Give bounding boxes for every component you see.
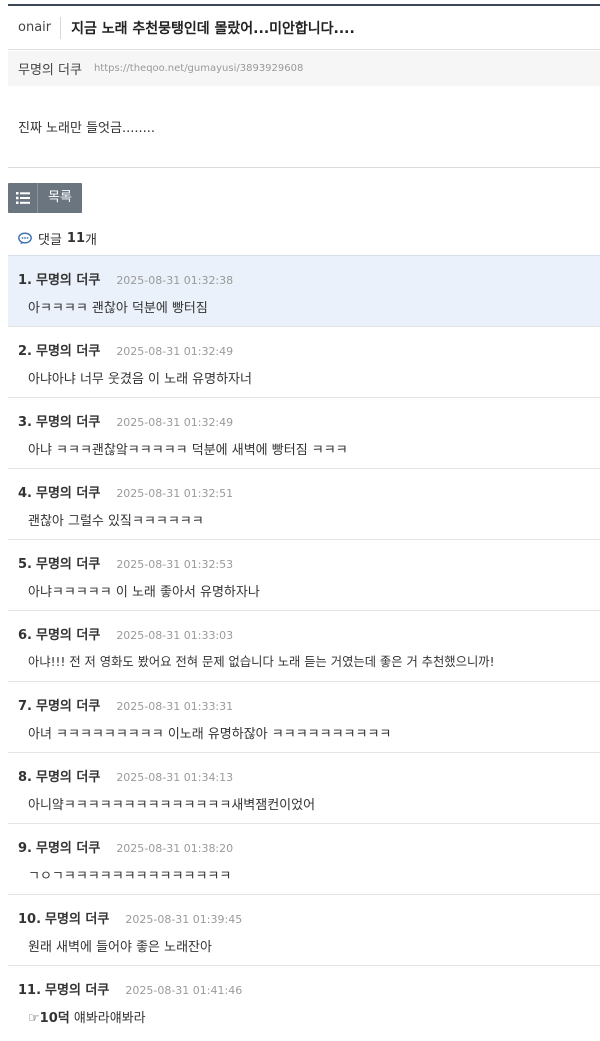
comment-author: 무명의 더쿠 xyxy=(45,983,110,998)
comment-date: 2025-08-31 01:32:49 xyxy=(116,416,234,429)
page-title: 지금 노래 추천뭉탱인데 몰랐어...미안합니다.... xyxy=(71,20,355,37)
comment-count-label: 댓글 xyxy=(38,233,62,248)
comment-item: 1. 무명의 더쿠 2025-08-31 01:32:38 아ㅋㅋㅋㅋ 괜찮아 … xyxy=(8,255,600,326)
speech-bubble-icon xyxy=(18,232,32,245)
comment-item: 6. 무명의 더쿠 2025-08-31 01:33:03 아냐!!! 전 저 … xyxy=(8,610,600,681)
comment-date: 2025-08-31 01:32:51 xyxy=(116,487,234,500)
comment-number: 6. xyxy=(18,628,32,643)
comment-number: 3. xyxy=(18,415,32,430)
comment-date: 2025-08-31 01:38:20 xyxy=(116,842,234,855)
comment-author: 무명의 더쿠 xyxy=(35,273,101,288)
comment-date: 2025-08-31 01:32:53 xyxy=(116,558,234,571)
comment-item: 2. 무명의 더쿠 2025-08-31 01:32:49 아냐아냐 너무 웃겼… xyxy=(8,326,600,397)
comment-item: 7. 무명의 더쿠 2025-08-31 01:33:31 아녀 ㅋㅋㅋㅋㅋㅋㅋ… xyxy=(8,681,600,752)
board-name-link[interactable]: onair xyxy=(8,16,62,39)
list-icon xyxy=(8,183,38,213)
comment-text: ☞10덕 얘봐라얘봐라 xyxy=(28,1007,146,1026)
comment-list: 1. 무명의 더쿠 2025-08-31 01:32:38 아ㅋㅋㅋㅋ 괜찮아 … xyxy=(8,255,600,1036)
post-header: onair 지금 노래 추천뭉탱인데 몰랐어...미안합니다.... xyxy=(8,6,600,50)
comment-date: 2025-08-31 01:39:45 xyxy=(125,913,243,926)
list-button[interactable]: 목록 xyxy=(8,183,82,213)
comment-text-body: 얘봐라얘봐라 xyxy=(73,1011,146,1026)
comment-author: 무명의 더쿠 xyxy=(35,557,101,572)
comment-item: 11. 무명의 더쿠 2025-08-31 01:41:46 ☞10덕 얘봐라얘… xyxy=(8,965,600,1036)
comment-number: 9. xyxy=(18,841,32,856)
comment-date: 2025-08-31 01:34:13 xyxy=(116,771,234,784)
comment-date: 2025-08-31 01:41:46 xyxy=(125,984,243,997)
comment-text: 아냐!!! 전 저 영화도 봤어요 전혀 문제 없습니다 노래 듣는 거였는데 … xyxy=(28,655,495,669)
comment-author: 무명의 더쿠 xyxy=(35,344,101,359)
comment-text: 아냐ㅋㅋㅋㅋㅋ 이 노래 좋아서 유명하자나 xyxy=(28,585,260,600)
comment-mention-link[interactable]: ☞10덕 xyxy=(28,1011,70,1026)
comment-author: 무명의 더쿠 xyxy=(35,628,101,643)
comment-number: 11. xyxy=(18,983,42,998)
comment-author: 무명의 더쿠 xyxy=(35,415,101,430)
comment-text: 아냐아냐 너무 웃겼음 이 노래 유명하자너 xyxy=(28,372,252,387)
comment-date: 2025-08-31 01:32:38 xyxy=(116,274,234,287)
comment-item: 5. 무명의 더쿠 2025-08-31 01:32:53 아냐ㅋㅋㅋㅋㅋ 이 … xyxy=(8,539,600,610)
comment-item: 3. 무명의 더쿠 2025-08-31 01:32:49 아냐 ㅋㅋㅋ괜찮앜ㅋ… xyxy=(8,397,600,468)
comment-item: 8. 무명의 더쿠 2025-08-31 01:34:13 아니얔ㅋㅋㅋㅋㅋㅋㅋ… xyxy=(8,752,600,823)
comment-number: 10. xyxy=(18,912,42,927)
comment-number: 4. xyxy=(18,486,32,501)
comment-count-header: 댓글 11 개 xyxy=(18,229,97,248)
comment-count-unit: 개 xyxy=(85,233,97,248)
comment-date: 2025-08-31 01:32:49 xyxy=(116,345,234,358)
comment-author: 무명의 더쿠 xyxy=(45,912,110,927)
comment-text: 아니얔ㅋㅋㅋㅋㅋㅋㅋㅋㅋㅋㅋㅋㅋㅋ새벽잼컨이었어 xyxy=(28,798,316,813)
comment-text: 괜찮아 그럴수 있짘ㅋㅋㅋㅋㅋㅋ xyxy=(28,514,204,529)
post-url-link[interactable]: https://theqoo.net/gumayusi/3893929608 xyxy=(94,63,303,74)
comment-date: 2025-08-31 01:33:03 xyxy=(116,629,234,642)
comment-author: 무명의 더쿠 xyxy=(35,486,101,501)
comment-author: 무명의 더쿠 xyxy=(35,841,101,856)
comment-text: ㄱㅇㄱㅋㅋㅋㅋㅋㅋㅋㅋㅋㅋㅋㅋㅋㅋ xyxy=(28,869,232,884)
comment-item: 4. 무명의 더쿠 2025-08-31 01:32:51 괜찮아 그럴수 있짘… xyxy=(8,468,600,539)
comment-number: 7. xyxy=(18,699,32,714)
comment-date: 2025-08-31 01:33:31 xyxy=(116,700,234,713)
comment-number: 2. xyxy=(18,344,32,359)
post-author: 무명의 더쿠 xyxy=(18,63,82,78)
comment-count-number: 11 xyxy=(66,231,86,246)
comment-text: 아냐 ㅋㅋㅋ괜찮앜ㅋㅋㅋㅋㅋ 덕분에 새벽에 빵터짐 ㅋㅋㅋ xyxy=(28,443,348,458)
divider xyxy=(8,167,600,168)
comment-text: 아녀 ㅋㅋㅋㅋㅋㅋㅋㅋㅋ 이노래 유명하잖아 ㅋㅋㅋㅋㅋㅋㅋㅋㅋㅋ xyxy=(28,727,392,742)
comment-number: 5. xyxy=(18,557,32,572)
post-body-text: 진짜 노래만 들엇금........ xyxy=(18,121,156,136)
comment-item: 10. 무명의 더쿠 2025-08-31 01:39:45 원래 새벽에 들어… xyxy=(8,894,600,965)
comment-author: 무명의 더쿠 xyxy=(35,770,101,785)
comment-number: 8. xyxy=(18,770,32,785)
post-meta: 무명의 더쿠 https://theqoo.net/gumayusi/38939… xyxy=(8,51,600,86)
comment-number: 1. xyxy=(18,273,32,288)
comment-item: 9. 무명의 더쿠 2025-08-31 01:38:20 ㄱㅇㄱㅋㅋㅋㅋㅋㅋㅋ… xyxy=(8,823,600,894)
comment-author: 무명의 더쿠 xyxy=(35,699,101,714)
comment-text: 아ㅋㅋㅋㅋ 괜찮아 덕분에 빵터짐 xyxy=(28,301,208,316)
list-button-label: 목록 xyxy=(48,190,72,205)
comment-text: 원래 새벽에 들어야 좋은 노래잔아 xyxy=(28,940,212,955)
